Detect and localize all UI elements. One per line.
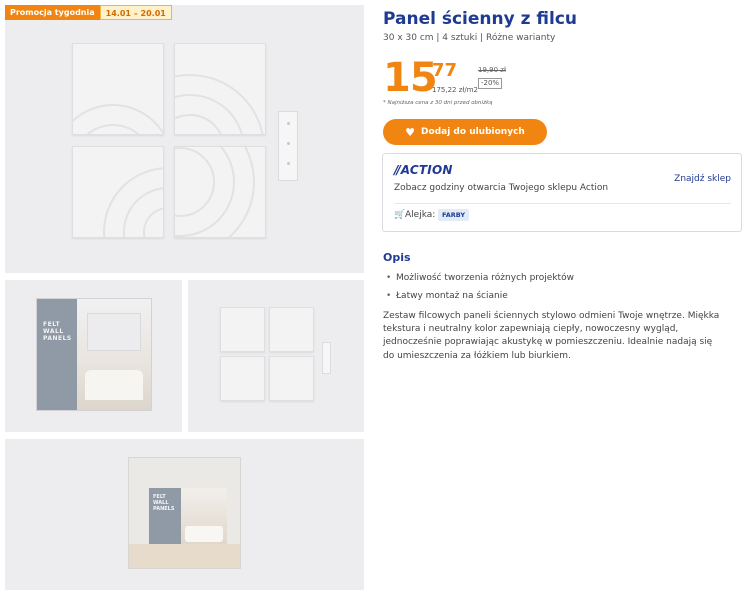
bullet-text: Możliwość tworzenia różnych projektów [396,273,574,283]
product-subtitle: 30 x 30 cm | 4 sztuki | Różne warianty [383,33,556,43]
aisle-label: Alejka: [405,210,436,220]
action-logo-text: ACTION [400,163,453,177]
room-scene: FELT WALL PANELS [128,457,241,569]
description-title: Opis [383,251,411,264]
discount-badge: -20% [478,78,503,89]
price-old: 19,90 zł [478,66,506,74]
felt-panel [220,356,265,401]
felt-panel [72,146,164,238]
felt-panel [269,307,314,352]
price-fraction: 77 [432,60,458,81]
heart-icon: ♥ [405,125,416,139]
aisle-badge: FARBY [438,209,470,221]
product-packaging: FELT WALL PANELS [36,298,152,411]
product-title: Panel ścienny z filcu [383,9,578,29]
felt-panel [174,146,266,238]
store-hours-text: Zobacz godziny otwarcia Twojego sklepu A… [394,183,609,193]
product-image-main[interactable]: Promocja tygodnia 14.01 – 20.01 [5,5,364,273]
product-image-room[interactable]: FELT WALL PANELS [5,439,364,590]
add-to-favorites-button[interactable]: ♥ Dodaj do ulubionych [383,119,547,145]
description-bullets: • Możliwość tworzenia różnych projektów •… [386,269,574,305]
price-integer: 15 [383,55,438,101]
add-to-favorites-label: Dodaj do ulubionych [421,127,525,137]
action-logo: //ACTION [394,163,453,177]
felt-panel [220,307,265,352]
lowest-price-note: * Najniższa cena z 30 dni przed obniżką [383,100,493,106]
product-image-packaging[interactable]: FELT WALL PANELS [5,280,182,432]
store-info-card: //ACTION Zobacz godziny otwarcia Twojego… [382,153,742,232]
list-item: • Możliwość tworzenia różnych projektów [386,273,574,283]
product-image-set[interactable] [188,280,364,432]
description-body: Zestaw filcowych paneli ściennych stylow… [383,311,720,361]
room-packaging-text: FELT WALL PANELS [153,494,175,512]
felt-panel [174,43,266,135]
find-store-link[interactable]: Znajdź sklep [674,174,731,184]
cart-icon: 🛒 [394,210,406,220]
packaging-text: FELT WALL PANELS [43,321,72,342]
divider [394,203,731,204]
felt-panel [72,43,164,135]
mounting-strip [278,111,298,181]
bullet-text: Łatwy montaż na ścianie [396,291,508,301]
unit-price: 175,22 zł/m2 [432,86,479,94]
promo-badge: Promocja tygodnia 14.01 – 20.01 [5,5,172,20]
felt-panel [269,356,314,401]
list-item: • Łatwy montaż na ścianie [386,291,508,301]
promo-dates: 14.01 – 20.01 [99,5,172,20]
mounting-strip [322,342,331,374]
promo-label: Promocja tygodnia [5,5,100,20]
